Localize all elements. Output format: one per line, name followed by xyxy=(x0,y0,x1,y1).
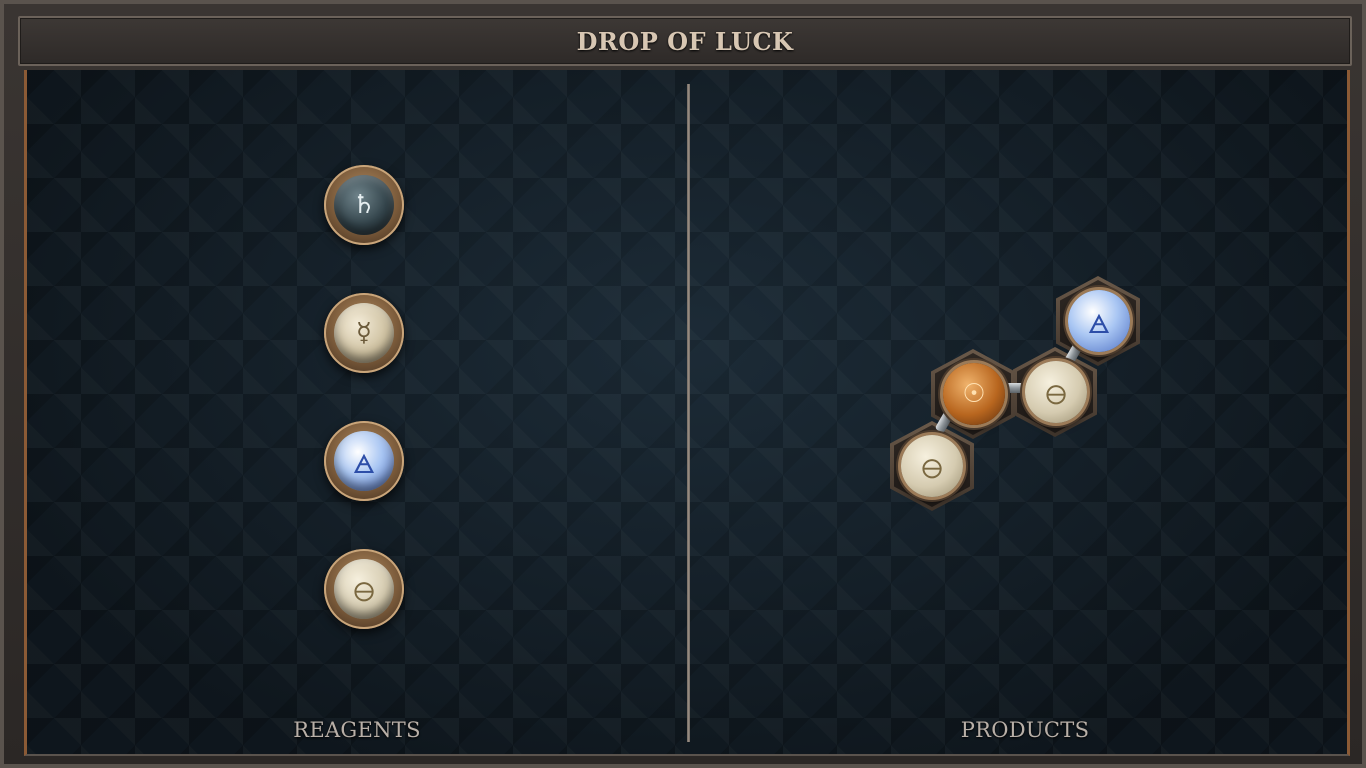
puzzle-board: ♄ ☿ 🜁 🜔 REAGENTS 🜔 ☉ 🜔 🜁 PRODUCTS xyxy=(24,70,1350,756)
products-label: PRODUCTS xyxy=(960,718,1090,742)
gold-icon: ☉ xyxy=(962,379,986,409)
reagents-label: REAGENTS xyxy=(293,718,421,742)
product-atom-salt: 🜔 xyxy=(1025,361,1087,423)
air-icon: 🜁 xyxy=(1087,309,1111,340)
product-atom-salt: 🜔 xyxy=(901,435,963,497)
reagent-lead[interactable]: ♄ xyxy=(324,165,404,245)
product-atom-gold: ☉ xyxy=(943,363,1005,425)
quicksilver-icon: ☿ xyxy=(334,303,394,363)
reagent-salt[interactable]: 🜔 xyxy=(324,549,404,629)
lead-icon: ♄ xyxy=(334,175,394,235)
title-bar: DROP OF LUCK xyxy=(18,16,1352,66)
puzzle-title: DROP OF LUCK xyxy=(576,26,794,56)
salt-icon: 🜔 xyxy=(921,454,943,485)
reagent-air[interactable]: 🜁 xyxy=(324,421,404,501)
salt-icon: 🜔 xyxy=(1045,380,1067,411)
air-icon: 🜁 xyxy=(334,431,394,491)
window-frame: DROP OF LUCK ♄ ☿ 🜁 🜔 REAGENTS 🜔 ☉ 🜔 🜁 PR… xyxy=(0,0,1366,768)
salt-icon: 🜔 xyxy=(334,559,394,619)
product-atom-air: 🜁 xyxy=(1068,290,1130,352)
reagent-quicksilver[interactable]: ☿ xyxy=(324,293,404,373)
panel-divider xyxy=(687,84,690,742)
